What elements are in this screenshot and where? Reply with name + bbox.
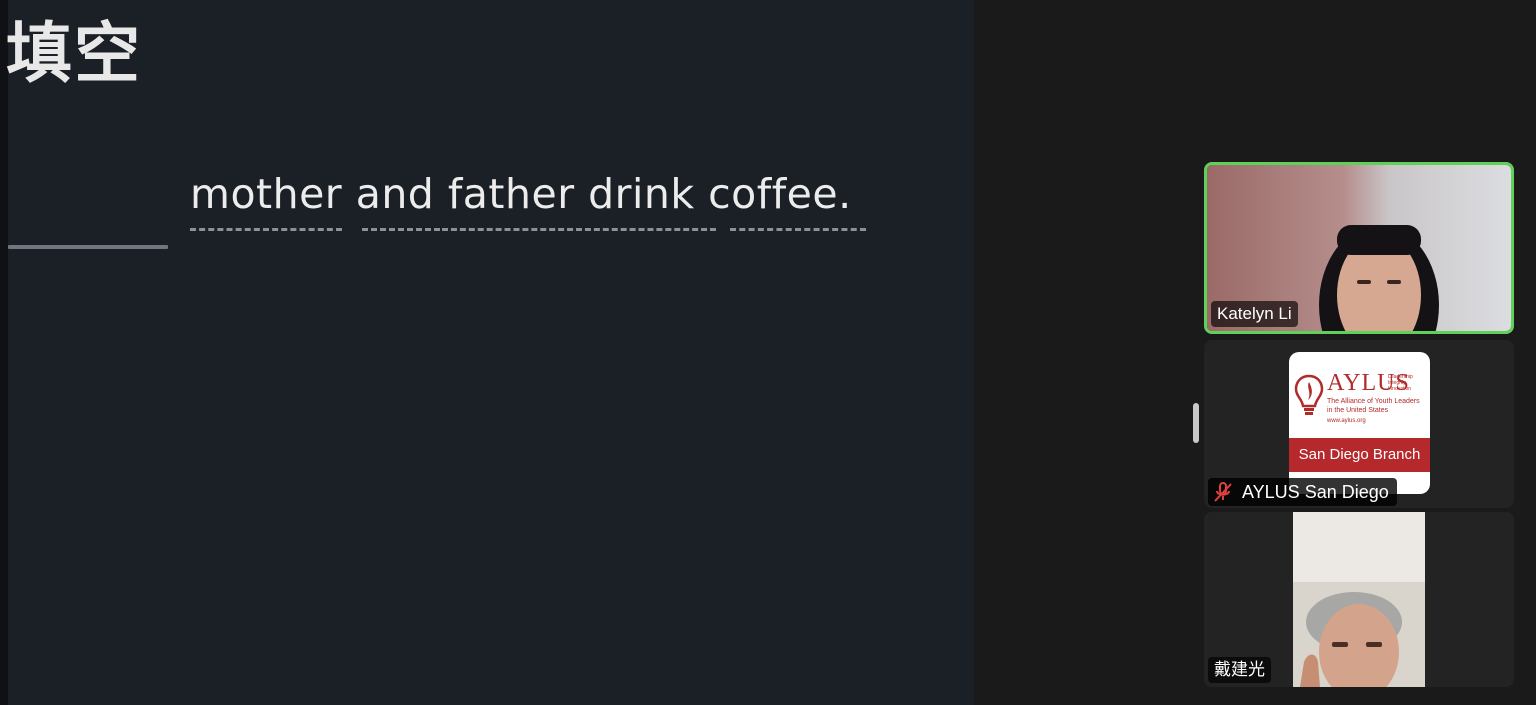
fill-blank-line [8,245,168,249]
dashed-underline [362,228,440,231]
lightbulb-icon [1294,374,1324,415]
aylus-logo: AYLUS Leadership Integrity Innovation Th… [1289,352,1430,494]
participant-name-row: AYLUS San Diego [1208,478,1397,506]
participant-name: 戴建光 [1208,657,1271,683]
slide-title: 填空 [6,15,142,92]
participant-tile-dai-jianguang[interactable]: 戴建光 [1204,512,1514,687]
screen-share: 填空 mother and father drink coffee. [0,0,974,705]
participant-name: Katelyn Li [1211,301,1298,327]
logo-subtitle: The Alliance of Youth Leaders in the Uni… [1327,398,1420,414]
logo-taglines: Leadership Integrity Innovation [1388,374,1413,392]
participant-tile-aylus-san-diego[interactable]: AYLUS Leadership Integrity Innovation Th… [1204,340,1514,508]
dashed-underline [442,228,716,231]
participant-tile-katelyn-li[interactable]: Katelyn Li [1204,162,1514,334]
participant-name: AYLUS San Diego [1242,482,1389,502]
dashed-underline [190,228,342,231]
slide-sentence: mother and father drink coffee. [190,170,852,218]
logo-branch-bar: San Diego Branch [1289,438,1430,472]
share-edge [0,0,8,705]
dashed-underline [730,228,866,231]
muted-microphone-icon [1214,482,1232,502]
logo-url: www.aylus.org [1327,418,1366,424]
panel-scrollbar[interactable] [1193,403,1199,443]
